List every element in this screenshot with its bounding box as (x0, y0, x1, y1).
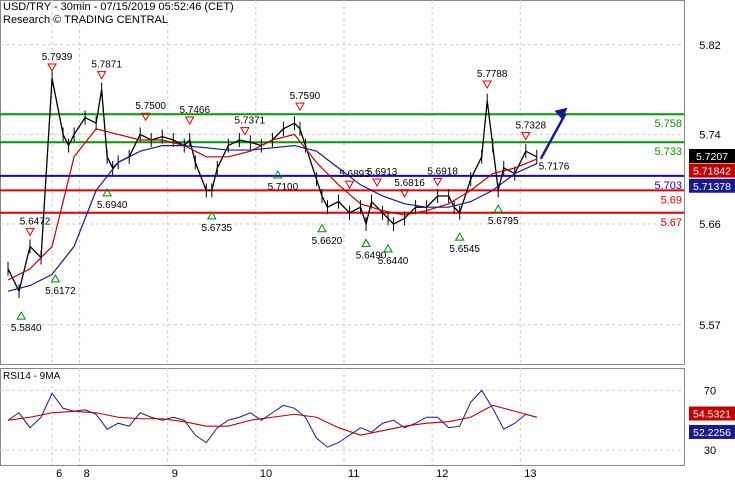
high-marker (520, 131, 531, 141)
rsi-y-tick: 30 (704, 445, 716, 457)
low-marker (493, 204, 504, 213)
rsi-panel: RSI14 - 9MA 70 30 54.5321 52.2256 (0, 371, 735, 457)
x-tick-label: 8 (84, 468, 90, 480)
rsi-value-text: 54.5321 (693, 409, 731, 421)
high-label: 5.7371 (235, 116, 266, 127)
low-label: 5.6172 (45, 286, 76, 297)
chart-canvas: 5.7585.7335.7035.695.67 5.79395.78715.64… (0, 0, 735, 480)
x-tick-label: 10 (260, 468, 272, 480)
high-marker (25, 227, 35, 237)
high-label: 5.7590 (290, 91, 321, 102)
high-marker (482, 80, 493, 89)
low-label: 5.6440 (378, 256, 409, 267)
low-label: 5.6940 (97, 200, 128, 211)
low-label: 5.6795 (488, 216, 519, 227)
low-label: 5.6735 (202, 223, 233, 234)
high-marker (184, 116, 195, 126)
y-tick-label: 5.82 (699, 40, 720, 52)
ma-fast-value-box-text: 5.71842 (693, 166, 731, 178)
x-tick-label: 9 (172, 468, 178, 480)
high-label: 5.6472 (20, 216, 51, 227)
x-tick-label: 12 (436, 468, 448, 480)
high-label: 5.6816 (394, 178, 425, 189)
high-label: 5.7788 (477, 69, 508, 80)
high-label: 5.7871 (91, 60, 122, 71)
level-label: 5.758 (654, 118, 682, 130)
high-marker (96, 71, 107, 80)
high-label: 5.6893 (339, 169, 370, 180)
level-label: 5.67 (661, 217, 682, 229)
ma-slow-value-box-text: 5.71378 (693, 181, 731, 193)
rsi-y-tick: 70 (704, 385, 716, 397)
y-tick-label: 5.66 (699, 219, 720, 231)
high-label: 5.6918 (427, 166, 458, 177)
y-tick-label: 5.57 (699, 320, 720, 332)
high-label: 5.7939 (42, 52, 73, 63)
high-marker (372, 178, 382, 187)
low-marker (273, 169, 283, 179)
high-label: 5.6913 (367, 167, 398, 178)
high-label: 5.7500 (135, 101, 166, 112)
low-marker (361, 238, 371, 247)
current-price-box-text: 5.7207 (696, 151, 728, 163)
low-label: 5.7100 (268, 182, 299, 193)
high-label: 5.7328 (515, 120, 546, 131)
low-marker (16, 311, 27, 320)
high-marker (344, 180, 355, 190)
rsi-panel-border (0, 368, 685, 466)
high-marker (295, 102, 305, 112)
high-marker (239, 127, 250, 136)
low-marker (454, 232, 465, 241)
rsi-ma-line (7, 404, 537, 436)
low-label: 5.6620 (312, 236, 343, 247)
rsi-title: RSI14 - 9MA (3, 371, 61, 382)
rsi-line (7, 389, 537, 448)
high-marker (432, 177, 443, 187)
note-label: 5.7176 (539, 161, 570, 172)
low-label: 5.6545 (449, 244, 480, 255)
x-tick-label: 11 (348, 468, 359, 480)
high-label: 5.7466 (179, 105, 210, 116)
x-tick-label: 13 (524, 468, 536, 480)
y-tick-label: 5.74 (699, 129, 720, 141)
x-tick-label: 6 (56, 468, 62, 480)
low-marker (50, 273, 61, 283)
level-label: 5.69 (661, 194, 682, 206)
level-label: 5.733 (654, 146, 682, 158)
low-label: 5.5840 (11, 323, 42, 334)
rsi-ma-value-text: 52.2256 (693, 427, 731, 439)
low-marker (317, 223, 327, 233)
